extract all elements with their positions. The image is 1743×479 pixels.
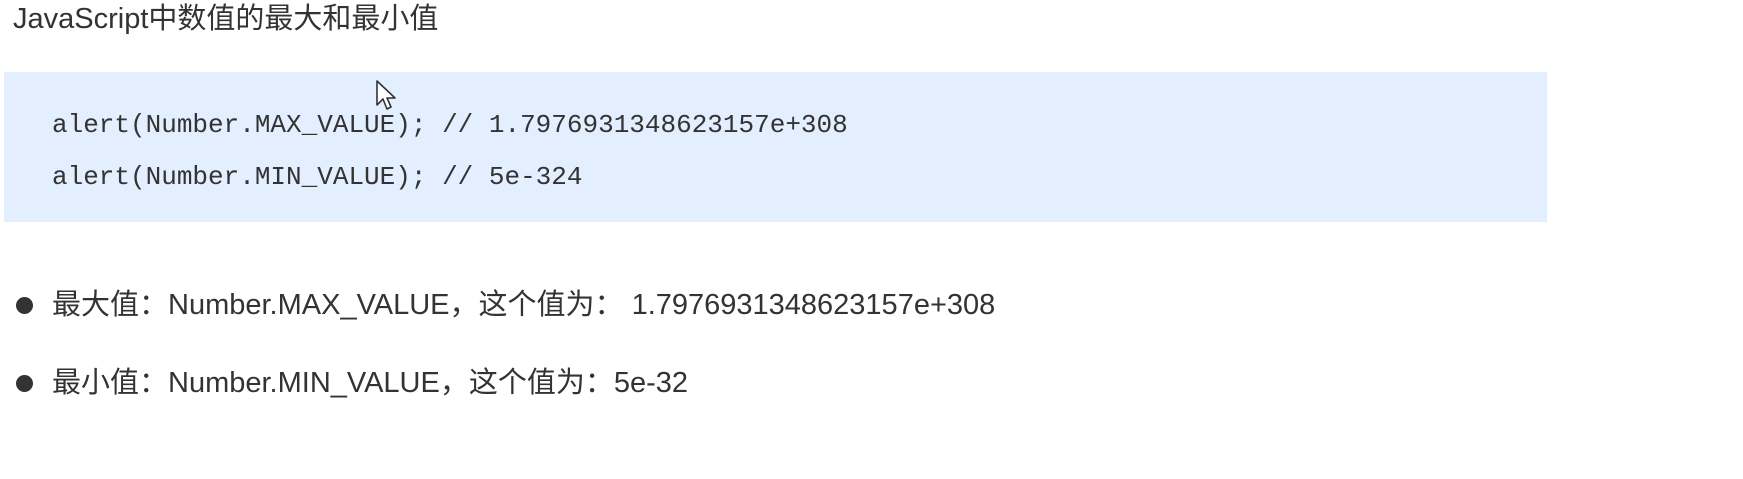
bullet-dot-icon (16, 375, 33, 392)
bullet-text-max: 最大值：Number.MAX_VALUE，这个值为： 1.79769313486… (52, 289, 996, 321)
mouse-pointer-icon (376, 80, 396, 110)
code-line-max-value: alert(Number.MAX_VALUE); // 1.7976931348… (52, 110, 848, 140)
bullet-text-min: 最小值：Number.MIN_VALUE，这个值为：5e-32 (52, 367, 689, 399)
page-title: JavaScript中数值的最大和最小值 (13, 3, 439, 35)
bullet-dot-icon (16, 297, 33, 314)
code-block: alert(Number.MAX_VALUE); // 1.7976931348… (4, 72, 1547, 222)
code-line-min-value: alert(Number.MIN_VALUE); // 5e-324 (52, 162, 583, 192)
